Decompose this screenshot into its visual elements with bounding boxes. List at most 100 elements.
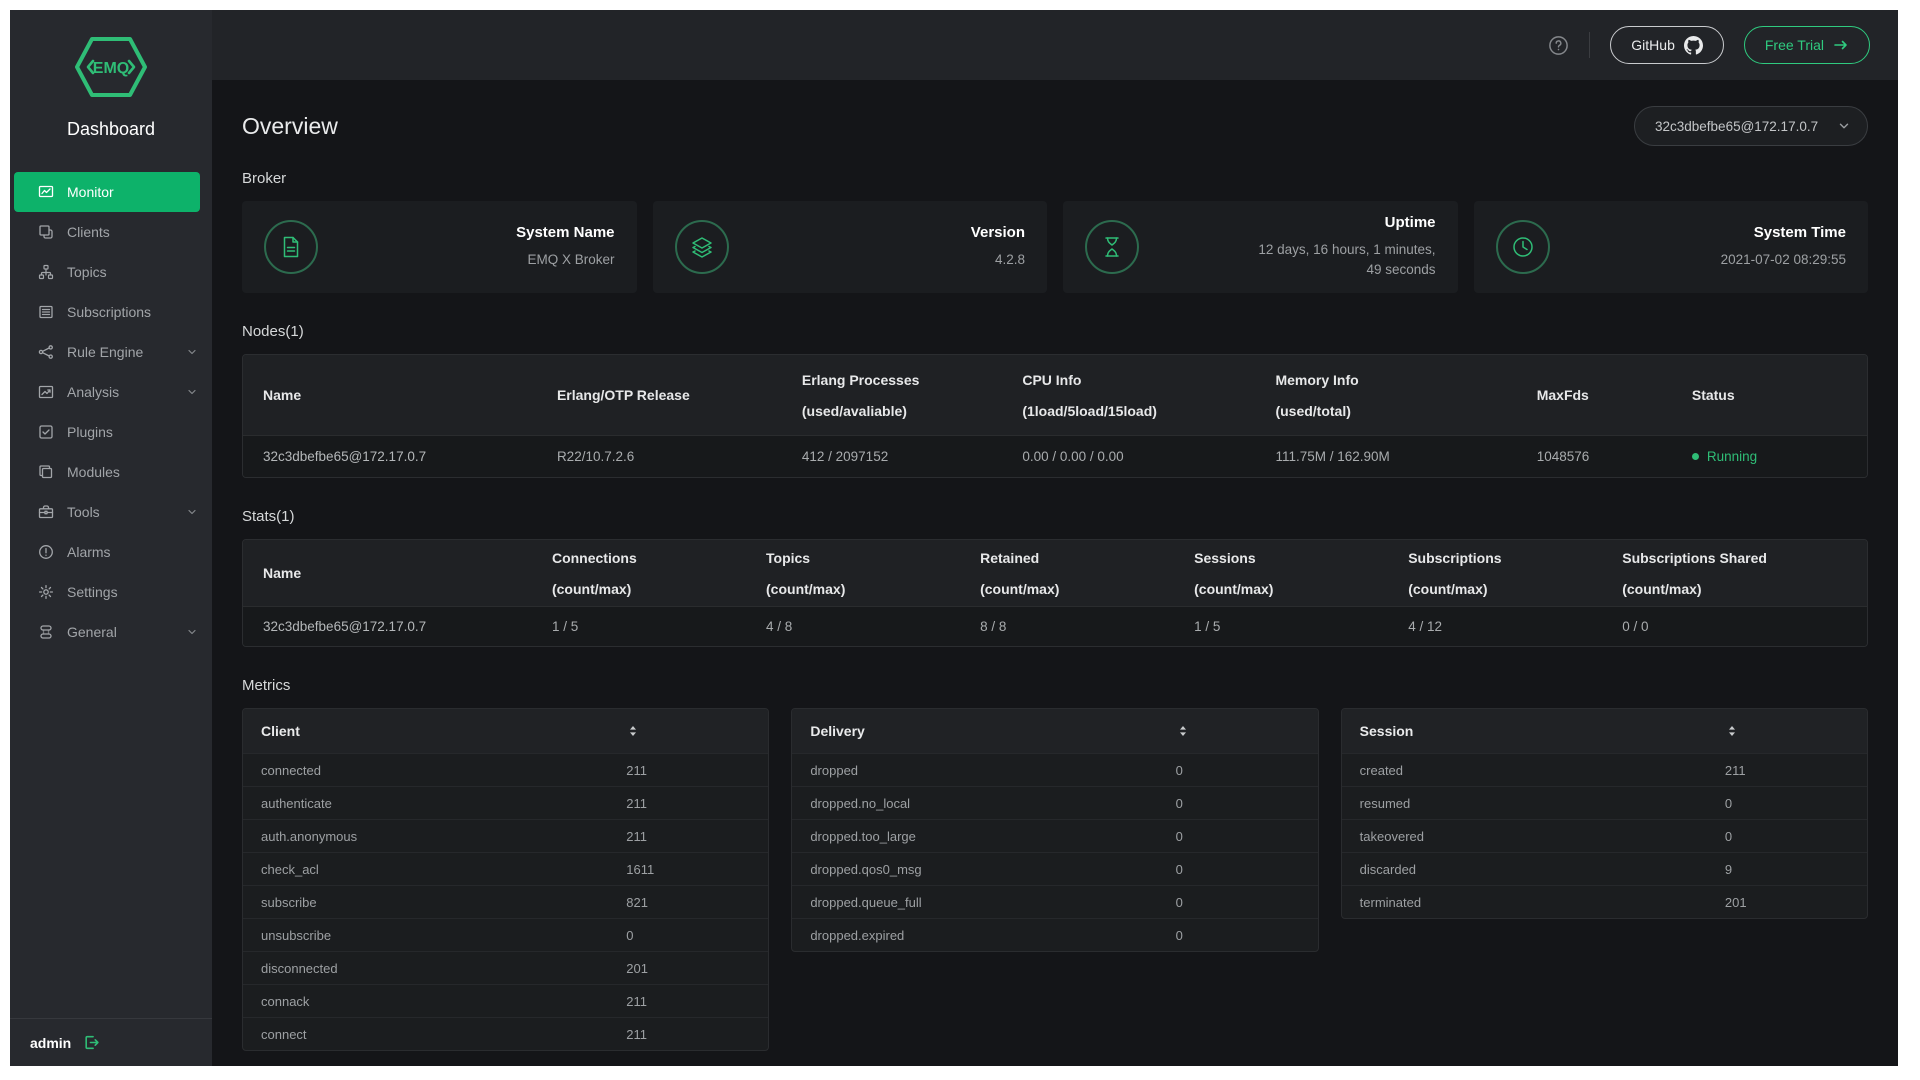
status-dot-icon [1692, 453, 1699, 460]
column-header: Subscriptions Shared(count/max) [1622, 540, 1847, 606]
column-header: Sessions(count/max) [1194, 540, 1408, 606]
sidebar-item-label: Alarms [67, 544, 111, 560]
question-circle-icon [1548, 35, 1569, 56]
sidebar-item-topics[interactable]: Topics [10, 252, 212, 292]
overview-page: Overview 32c3dbefbe65@172.17.0.7 Broker … [212, 80, 1898, 1066]
sidebar-item-subscriptions[interactable]: Subscriptions [10, 292, 212, 332]
node-name: 32c3dbefbe65@172.17.0.7 [263, 619, 552, 634]
sidebar-item-rule-engine[interactable]: Rule Engine [10, 332, 212, 372]
stats-table-row: 32c3dbefbe65@172.17.0.7 1 / 5 4 / 8 8 / … [243, 606, 1867, 646]
sort-arrows-icon[interactable] [1725, 724, 1867, 738]
github-octocat-icon [1684, 36, 1703, 55]
sidebar-item-modules[interactable]: Modules [10, 452, 212, 492]
github-button[interactable]: GitHub [1610, 26, 1724, 64]
sidebar-item-monitor[interactable]: Monitor [14, 172, 200, 212]
hourglass-icon [1100, 235, 1124, 259]
broker-card-system-name: System Name EMQ X Broker [242, 201, 637, 293]
sidebar: EMQ Dashboard Monitor Clients Topics Sub… [10, 10, 212, 1066]
sidebar-item-general[interactable]: General [10, 612, 212, 652]
metric-row: authenticate211 [243, 786, 768, 819]
metrics-table-client: Client connected211authenticate211auth.a… [242, 708, 769, 1051]
free-trial-button[interactable]: Free Trial [1744, 26, 1870, 64]
metric-value: 211 [626, 994, 768, 1009]
metric-name: takeovered [1360, 829, 1725, 844]
broker-cards: System Name EMQ X Broker Version 4.2.8 U… [242, 201, 1868, 293]
metric-row: dropped.no_local0 [792, 786, 1317, 819]
metric-value: 0 [1725, 829, 1867, 844]
metric-row: connack211 [243, 984, 768, 1017]
app-title: Dashboard [10, 119, 212, 140]
broker-card-system-time: System Time 2021-07-02 08:29:55 [1474, 201, 1869, 293]
topics-icon [38, 264, 54, 280]
emqx-logo-icon: EMQ [74, 36, 148, 98]
metric-value: 0 [1176, 796, 1318, 811]
metric-row: resumed0 [1342, 786, 1867, 819]
sidebar-item-settings[interactable]: Settings [10, 572, 212, 612]
column-header: CPU Info(1load/5load/15load) [1022, 355, 1275, 435]
metric-name: authenticate [261, 796, 626, 811]
sidebar-item-label: Topics [67, 264, 107, 280]
metric-name: created [1360, 763, 1725, 778]
metrics-table-title: Delivery [810, 723, 1175, 739]
node-selector[interactable]: 32c3dbefbe65@172.17.0.7 [1634, 106, 1868, 146]
metric-row: unsubscribe0 [243, 918, 768, 951]
metric-row: subscribe821 [243, 885, 768, 918]
metric-name: connack [261, 994, 626, 1009]
sidebar-item-clients[interactable]: Clients [10, 212, 212, 252]
node-selector-value: 32c3dbefbe65@172.17.0.7 [1655, 119, 1818, 134]
rule-engine-icon [38, 344, 54, 360]
main-area: GitHub Free Trial Overview 32c3dbefbe65@… [212, 10, 1898, 1066]
otp-release: R22/10.7.2.6 [557, 449, 802, 464]
subscriptions-shared: 0 / 0 [1622, 619, 1847, 634]
metric-value: 0 [626, 928, 768, 943]
metric-name: check_acl [261, 862, 626, 877]
status-badge: Running [1692, 449, 1847, 464]
metric-value: 211 [626, 1027, 768, 1042]
column-header: Name [263, 355, 557, 435]
help-button[interactable] [1548, 35, 1569, 56]
metric-name: dropped [810, 763, 1175, 778]
sidebar-item-tools[interactable]: Tools [10, 492, 212, 532]
metric-value: 1611 [626, 862, 768, 877]
metric-value: 0 [1176, 928, 1318, 943]
metric-name: dropped.expired [810, 928, 1175, 943]
broker-card-uptime: Uptime 12 days, 16 hours, 1 minutes, 49 … [1063, 201, 1458, 293]
sidebar-item-plugins[interactable]: Plugins [10, 412, 212, 452]
settings-icon [38, 584, 54, 600]
sidebar-item-label: Analysis [67, 384, 119, 400]
metric-row: disconnected201 [243, 951, 768, 984]
card-value: 4.2.8 [971, 250, 1025, 270]
free-trial-label: Free Trial [1765, 37, 1824, 53]
metrics-section-title: Metrics [242, 677, 1868, 694]
memory-info: 111.75M / 162.90M [1275, 449, 1536, 464]
sort-arrows-icon[interactable] [1176, 724, 1318, 738]
metrics-table-title: Client [261, 723, 626, 739]
card-value: EMQ X Broker [516, 250, 614, 270]
arrow-right-icon [1833, 37, 1849, 53]
column-header: Erlang Processes(used/avaliable) [802, 355, 1022, 435]
metric-value: 821 [626, 895, 768, 910]
metric-name: dropped.queue_full [810, 895, 1175, 910]
sidebar-item-label: Modules [67, 464, 120, 480]
metric-row: terminated201 [1342, 885, 1867, 918]
stats-table: Name Connections(count/max) Topics(count… [242, 539, 1868, 647]
tools-icon [38, 504, 54, 520]
column-header: Erlang/OTP Release [557, 355, 802, 435]
sidebar-item-analysis[interactable]: Analysis [10, 372, 212, 412]
sort-arrows-icon[interactable] [626, 724, 768, 738]
metric-value: 211 [626, 829, 768, 844]
retained: 8 / 8 [980, 619, 1194, 634]
logout-icon[interactable] [83, 1034, 100, 1051]
document-icon [279, 235, 303, 259]
card-value: 12 days, 16 hours, 1 minutes, 49 seconds [1258, 240, 1436, 281]
metric-name: discarded [1360, 862, 1725, 877]
subscriptions-icon [38, 304, 54, 320]
sidebar-item-alarms[interactable]: Alarms [10, 532, 212, 572]
column-header: Retained(count/max) [980, 540, 1194, 606]
sessions: 1 / 5 [1194, 619, 1408, 634]
analysis-icon [38, 384, 54, 400]
topbar-divider [1589, 32, 1590, 58]
general-icon [38, 624, 54, 640]
metric-name: dropped.qos0_msg [810, 862, 1175, 877]
erlang-processes: 412 / 2097152 [802, 449, 1022, 464]
